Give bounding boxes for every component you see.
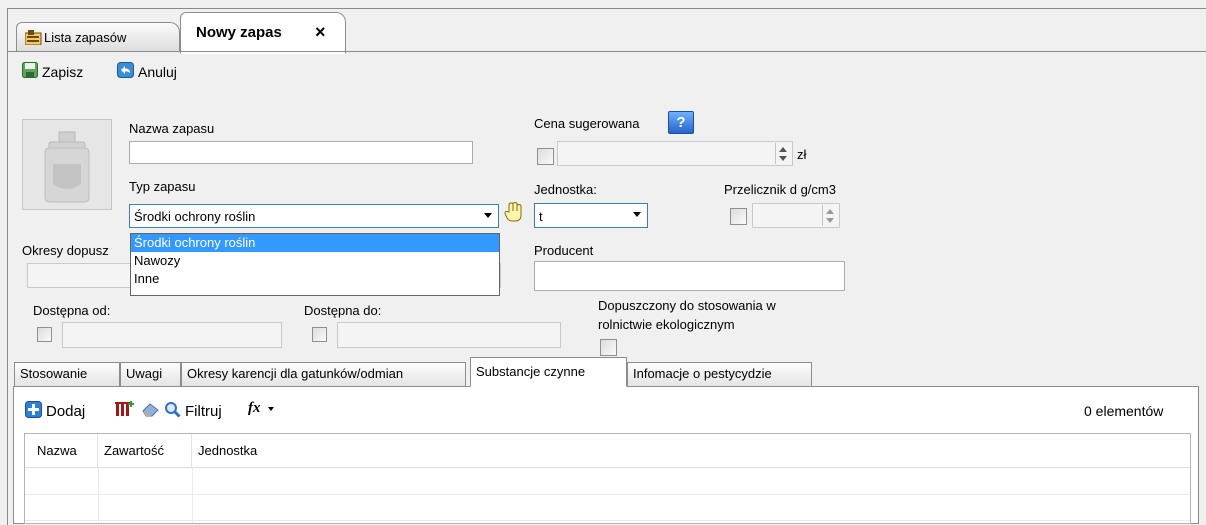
density-label: Przelicznik d g/cm3 (724, 182, 836, 197)
tab-divider (8, 51, 1206, 52)
cancel-label: Anuluj (138, 63, 177, 80)
tab-stock-list-label: Lista zapasów (44, 30, 127, 45)
spin-down-icon[interactable] (826, 218, 834, 223)
eco-label-line1: Dopuszczony do stosowania w (598, 298, 776, 313)
filter-button[interactable]: Filtruj (164, 401, 222, 422)
tab-stock-list[interactable]: Lista zapasów (16, 22, 180, 52)
cancel-button[interactable]: Anuluj (117, 62, 177, 81)
price-input[interactable] (557, 141, 793, 166)
spin-up-icon[interactable] (779, 147, 787, 152)
density-spinner[interactable] (822, 205, 838, 226)
producer-input[interactable] (534, 261, 845, 291)
grid-row-line (25, 520, 1190, 521)
price-label: Cena sugerowana (534, 116, 640, 131)
eco-label-line2: rolnictwie ekologicznym (598, 317, 735, 332)
price-spinner[interactable] (775, 143, 791, 164)
type-select[interactable]: Środki ochrony roślin (129, 204, 499, 228)
producer-label: Producent (534, 243, 594, 258)
unit-label: Jednostka: (534, 182, 597, 197)
type-label: Typ zapasu (129, 179, 196, 194)
spin-up-icon[interactable] (826, 209, 834, 214)
type-option-plant-protection[interactable]: Środki ochrony roślin (131, 234, 499, 252)
available-to-label: Dostępna do: (304, 303, 382, 318)
name-label: Nazwa zapasu (129, 121, 215, 136)
tab-new-stock-label: Nowy zapas (196, 24, 282, 41)
magnifier-icon (164, 401, 181, 422)
chevron-down-icon (633, 212, 641, 217)
grid-table-icon (24, 30, 42, 46)
eco-checkbox[interactable] (600, 339, 617, 356)
type-option-other[interactable]: Inne (131, 270, 499, 288)
column-header-content[interactable]: Zawartość (98, 434, 192, 467)
price-unit: zł (797, 147, 807, 162)
element-count: 0 elementów (1084, 403, 1164, 419)
tab-stosowanie[interactable]: Stosowanie (14, 362, 120, 386)
density-checkbox[interactable] (730, 208, 747, 225)
name-input[interactable] (129, 141, 473, 164)
tab-okresy-karencji[interactable]: Okresy karencji dla gatunków/odmian (181, 362, 466, 386)
substances-grid[interactable]: Nazwa Zawartość Jednostka (24, 433, 1191, 524)
floppy-save-icon (22, 62, 38, 81)
column-header-unit[interactable]: Jednostka (192, 434, 1190, 467)
add-label: Dodaj (46, 403, 86, 420)
unit-select-value: t (539, 209, 543, 224)
available-from-input[interactable] (62, 322, 282, 348)
tab-informacje-pestycyd[interactable]: Infomacje o pestycydzie (627, 362, 812, 386)
columns-icon[interactable] (115, 401, 135, 421)
available-to-checkbox[interactable] (312, 327, 327, 342)
type-select-value: Środki ochrony roślin (134, 209, 256, 224)
grid-col-line (192, 467, 193, 523)
grid-col-line (98, 467, 99, 523)
available-to-input[interactable] (337, 322, 561, 348)
grid-header-divider (25, 467, 1190, 468)
save-label: Zapisz (42, 63, 84, 80)
type-dropdown-list: Środki ochrony roślin Nawozy Inne (130, 233, 500, 296)
chevron-down-icon (268, 406, 275, 411)
undo-arrow-icon (117, 62, 134, 81)
tab-substancje-czynne[interactable]: Substancje czynne (470, 357, 627, 387)
formula-button[interactable]: fx (248, 400, 275, 417)
help-icon[interactable]: ? (668, 111, 694, 134)
available-from-label: Dostępna od: (33, 303, 111, 318)
unit-select[interactable]: t (534, 203, 648, 228)
tab-new-stock[interactable]: Nowy zapas × (180, 12, 346, 54)
available-from-checkbox[interactable] (37, 327, 52, 342)
chevron-down-icon (484, 213, 492, 218)
save-button[interactable]: Zapisz (22, 62, 83, 81)
spin-down-icon[interactable] (779, 156, 787, 161)
tab-uwagi[interactable]: Uwagi (120, 362, 181, 386)
price-checkbox[interactable] (537, 148, 554, 165)
filter-label: Filtruj (185, 403, 222, 420)
column-header-name[interactable]: Nazwa (25, 434, 98, 467)
bottle-icon (44, 131, 90, 203)
fx-label: fx (248, 400, 261, 416)
periods-label: Okresy dopusz (22, 243, 109, 258)
type-option-fertilizers[interactable]: Nawozy (131, 252, 499, 270)
eraser-icon[interactable] (141, 401, 161, 421)
density-input[interactable] (752, 203, 840, 228)
grid-row-line (25, 494, 1190, 495)
plus-icon (25, 401, 42, 422)
close-icon[interactable]: × (315, 22, 326, 43)
add-button[interactable]: Dodaj (25, 401, 85, 422)
product-image[interactable] (22, 119, 112, 210)
hand-cursor-icon (504, 201, 522, 225)
